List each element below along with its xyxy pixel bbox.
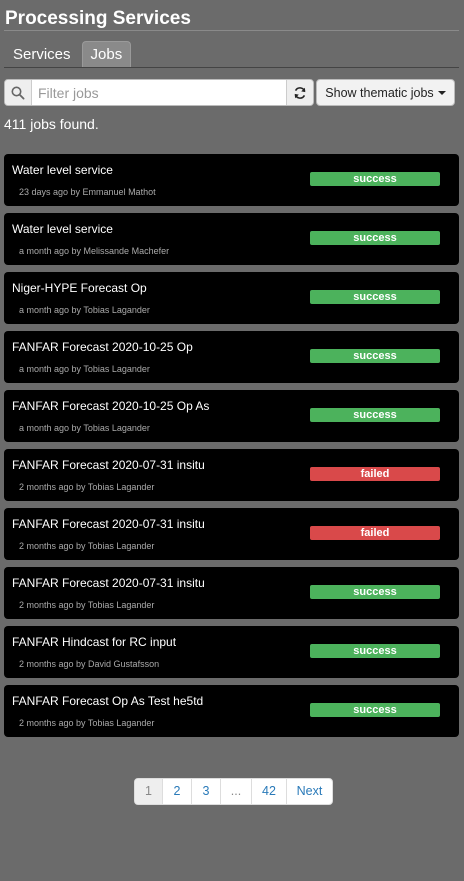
job-card[interactable]: FANFAR Forecast 2020-10-25 Op a month ago… xyxy=(4,331,459,383)
page-title: Processing Services xyxy=(5,8,191,29)
thematic-label: Show thematic jobs xyxy=(325,85,434,100)
status-badge: success xyxy=(310,349,440,363)
refresh-icon[interactable] xyxy=(286,80,313,105)
job-title: FANFAR Forecast 2020-07-31 insitu xyxy=(12,517,205,531)
tabs-divider xyxy=(4,67,459,68)
job-card[interactable]: FANFAR Forecast 2020-10-25 Op As a month … xyxy=(4,390,459,442)
job-card[interactable]: FANFAR Forecast 2020-07-31 insitu 2 month… xyxy=(4,567,459,619)
search-icon xyxy=(5,80,32,105)
pagination-next[interactable]: Next xyxy=(287,779,332,804)
status-badge: failed xyxy=(310,467,440,481)
job-title: FANFAR Forecast 2020-07-31 insitu xyxy=(12,576,205,590)
job-meta: 2 months ago by Tobias Lagander xyxy=(19,482,155,492)
jobs-count: 411 jobs found. xyxy=(4,116,99,132)
job-title: FANFAR Hindcast for RC input xyxy=(12,635,177,649)
job-title: FANFAR Forecast 2020-07-31 insitu xyxy=(12,458,205,472)
job-title: Water level service xyxy=(12,222,113,236)
pagination-page-2[interactable]: 2 xyxy=(163,779,192,804)
status-badge: success xyxy=(310,585,440,599)
pagination: 1 2 3... 42 Next xyxy=(134,778,333,805)
job-meta: 2 months ago by Tobias Lagander xyxy=(19,718,155,728)
job-title: Water level service xyxy=(12,163,113,177)
job-meta: a month ago by Tobias Lagander xyxy=(19,305,150,315)
job-meta: 23 days ago by Emmanuel Mathot xyxy=(19,187,156,197)
job-meta: 2 months ago by David Gustafsson xyxy=(19,659,160,669)
tab-jobs[interactable]: Jobs xyxy=(81,41,132,68)
job-meta: a month ago by Melissande Machefer xyxy=(19,246,170,256)
pagination-page-3[interactable]: 3 xyxy=(192,779,221,804)
status-badge: success xyxy=(310,290,440,304)
job-title: Niger-HYPE Forecast Op xyxy=(12,281,147,295)
job-title: FANFAR Forecast 2020-10-25 Op As xyxy=(12,399,210,413)
pagination-page-42[interactable]: 42 xyxy=(252,779,287,804)
status-badge: failed xyxy=(310,526,440,540)
status-badge: success xyxy=(310,644,440,658)
job-title: FANFAR Forecast Op As Test he5td xyxy=(12,694,204,708)
job-meta: 2 months ago by Tobias Lagander xyxy=(19,600,155,610)
job-card[interactable]: Water level service a month ago by Meliss… xyxy=(4,213,459,265)
job-meta: a month ago by Tobias Lagander xyxy=(19,364,150,374)
search-group xyxy=(4,79,314,106)
job-card[interactable]: Niger-HYPE Forecast Op a month ago by Tob… xyxy=(4,272,459,324)
filter-jobs-input[interactable] xyxy=(32,80,286,105)
status-badge: success xyxy=(310,408,440,422)
job-meta: 2 months ago by Tobias Lagander xyxy=(19,541,155,551)
job-card[interactable]: FANFAR Forecast Op As Test he5td 2 months… xyxy=(4,685,459,737)
job-card[interactable]: FANFAR Forecast 2020-07-31 insitu 2 month… xyxy=(4,449,459,501)
caret-down-icon xyxy=(437,90,446,95)
status-badge: success xyxy=(310,703,440,717)
show-thematic-jobs-dropdown[interactable]: Show thematic jobs xyxy=(316,79,455,106)
pagination-ellipsis: ... xyxy=(221,779,252,804)
job-card[interactable]: Water level service 23 days ago by Emmanu… xyxy=(4,154,459,206)
status-badge: success xyxy=(310,231,440,245)
tab-bar: Services Jobs xyxy=(4,41,133,68)
job-meta: a month ago by Tobias Lagander xyxy=(19,423,150,433)
pagination-page-1[interactable]: 1 xyxy=(135,779,163,804)
job-card[interactable]: FANFAR Hindcast for RC input 2 months ago… xyxy=(4,626,459,678)
status-badge: success xyxy=(310,172,440,186)
title-divider xyxy=(4,30,459,31)
job-card[interactable]: FANFAR Forecast 2020-07-31 insitu 2 month… xyxy=(4,508,459,560)
job-title: FANFAR Forecast 2020-10-25 Op xyxy=(12,340,193,354)
tab-services[interactable]: Services xyxy=(4,41,80,68)
